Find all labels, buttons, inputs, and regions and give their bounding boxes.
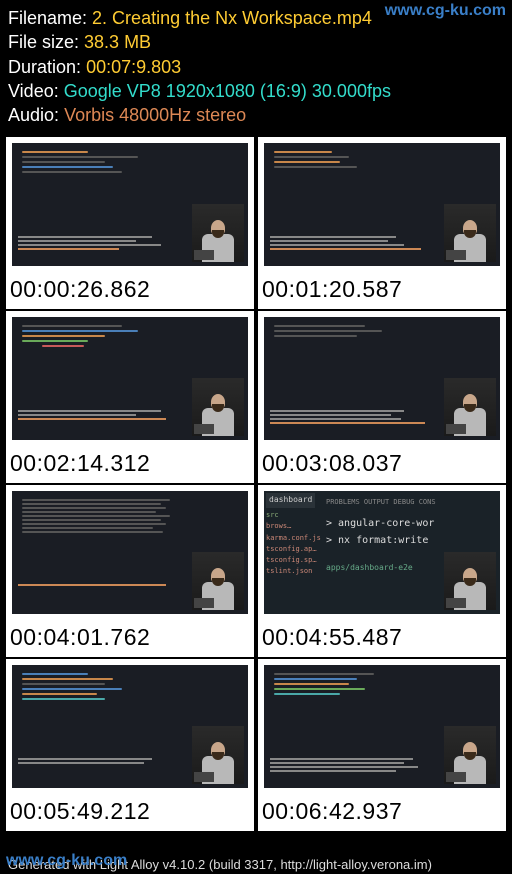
thumbnail-cell: 00:06:42.937 [258,659,506,831]
presenter-icon [444,552,496,610]
thumbnail-image [12,665,248,788]
filename-value: 2. Creating the Nx Workspace.mp4 [92,8,372,28]
timestamp-label: 00:04:01.762 [6,620,254,657]
thumbnail-cell: 00:01:20.587 [258,137,506,309]
thumbnail-cell: 00:03:08.037 [258,311,506,483]
duration-value: 00:07:9.803 [86,57,181,77]
filesize-label: File size: [8,32,79,52]
thumbnail-image [12,491,248,614]
thumbnail-cell: dashboard src brows… karma.conf.js tscon… [258,485,506,657]
thumbnail-frame: dashboard src brows… karma.conf.js tscon… [258,485,506,620]
thumbnail-cell: 00:05:49.212 [6,659,254,831]
thumbnail-frame [6,659,254,794]
thumbnail-frame [258,659,506,794]
video-value: Google VP8 1920x1080 (16:9) 30.000fps [64,81,391,101]
thumbnail-image [264,317,500,440]
thumbnail-frame [258,137,506,272]
thumbnail-image [264,143,500,266]
thumbnail-image: dashboard src brows… karma.conf.js tscon… [264,491,500,614]
thumbnail-frame [6,311,254,446]
presenter-icon [444,204,496,262]
thumbnail-grid: 00:00:26.862 [0,137,512,831]
presenter-icon [192,552,244,610]
timestamp-label: 00:03:08.037 [258,446,506,483]
presenter-icon [444,726,496,784]
audio-value: Vorbis 48000Hz stereo [64,105,246,125]
file-info-header: Filename: 2. Creating the Nx Workspace.m… [0,0,512,137]
timestamp-label: 00:02:14.312 [6,446,254,483]
timestamp-label: 00:05:49.212 [6,794,254,831]
presenter-icon [444,378,496,436]
thumbnail-cell: 00:04:01.762 [6,485,254,657]
timestamp-label: 00:01:20.587 [258,272,506,309]
thumbnail-cell: 00:02:14.312 [6,311,254,483]
thumbnail-image [12,143,248,266]
thumbnail-frame [6,485,254,620]
video-label: Video: [8,81,59,101]
presenter-icon [192,726,244,784]
thumbnail-frame [6,137,254,272]
timestamp-label: 00:04:55.487 [258,620,506,657]
timestamp-label: 00:06:42.937 [258,794,506,831]
thumbnail-frame [258,311,506,446]
presenter-icon [192,204,244,262]
thumbnail-cell: 00:00:26.862 [6,137,254,309]
audio-label: Audio: [8,105,59,125]
thumbnail-image [264,665,500,788]
watermark-bottom: www.cg-ku.com [6,852,127,870]
presenter-icon [192,378,244,436]
watermark-top: www.cg-ku.com [385,2,506,20]
filename-label: Filename: [8,8,87,28]
thumbnail-image [12,317,248,440]
filesize-value: 38.3 MB [84,32,151,52]
duration-label: Duration: [8,57,81,77]
timestamp-label: 00:00:26.862 [6,272,254,309]
